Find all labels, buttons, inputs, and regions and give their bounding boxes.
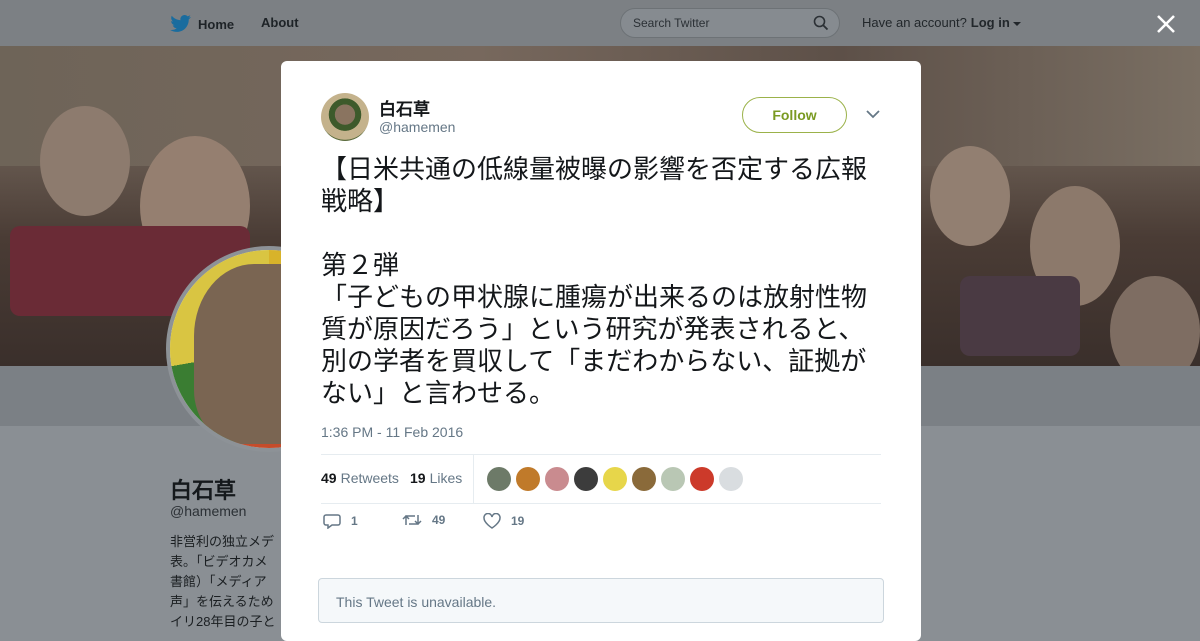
login-link[interactable]: Log in <box>971 15 1010 30</box>
like-button[interactable]: 19 <box>483 513 524 529</box>
top-navigation-bar: Home About Search Twitter Have an accoun… <box>0 0 1200 46</box>
liker-avatar[interactable] <box>545 467 569 491</box>
chevron-down-icon[interactable] <box>866 110 880 119</box>
retweet-count: 49 <box>432 513 446 527</box>
close-icon[interactable] <box>1152 10 1180 38</box>
tweet-author-avatar[interactable] <box>321 93 369 141</box>
account-area: Have an account? Log in <box>862 15 1022 30</box>
search-placeholder: Search Twitter <box>633 16 710 30</box>
tweet-author-handle[interactable]: @hamemen <box>379 119 455 135</box>
profile-bio: 非営利の独立メデ 表。「ビデオカメ 書館）「メディア 声」を伝えるため イリ28… <box>170 534 276 629</box>
tweet-modal: 白石草 @hamemen Follow 【日米共通の低線量被曝の影響を否定する広… <box>281 61 921 641</box>
retweet-button[interactable]: 49 <box>402 513 445 527</box>
tweet-text: 【日米共通の低線量被曝の影響を否定する広報戦略】 第２弾 「子どもの甲状腺に腫瘍… <box>321 154 868 408</box>
search-input[interactable]: Search Twitter <box>620 8 840 38</box>
liker-avatar[interactable] <box>487 467 511 491</box>
liker-avatar[interactable] <box>632 467 656 491</box>
reply-icon <box>323 514 341 529</box>
reply-button[interactable]: 1 <box>323 513 358 529</box>
liker-avatar[interactable] <box>603 467 627 491</box>
profile-handle: @hamemen <box>170 503 247 519</box>
likes-label: Likes <box>429 470 463 486</box>
quoted-tweet-message: This Tweet is unavailable. <box>336 594 497 610</box>
nav-home-label: Home <box>198 16 235 32</box>
profile-name: 白石草 <box>170 478 237 503</box>
liker-avatar[interactable] <box>690 467 714 491</box>
tweet-author-name[interactable]: 白石草 <box>379 95 430 120</box>
retweets-label: Retweets <box>340 470 399 486</box>
likes-count: 19 <box>410 470 426 486</box>
likes-stat[interactable]: 19 Likes <box>410 470 462 486</box>
tweet-stats: 49 Retweets 19 Likes <box>321 454 881 504</box>
chevron-down-icon[interactable] <box>1013 21 1022 27</box>
stats-divider <box>473 455 474 503</box>
tweet-timestamp[interactable]: 1:36 PM - 11 Feb 2016 <box>321 424 463 440</box>
liker-avatar[interactable] <box>574 467 598 491</box>
account-prompt: Have an account? <box>862 15 967 30</box>
retweets-stat[interactable]: 49 Retweets <box>321 470 399 486</box>
twitter-bird-icon <box>170 15 191 32</box>
liker-avatar[interactable] <box>516 467 540 491</box>
nav-home[interactable]: Home <box>170 15 234 33</box>
liker-avatar[interactable] <box>661 467 685 491</box>
follow-button[interactable]: Follow <box>742 97 847 133</box>
retweet-icon <box>402 514 422 526</box>
liker-avatar[interactable] <box>719 467 743 491</box>
quoted-tweet-unavailable: This Tweet is unavailable. <box>318 578 884 623</box>
reply-count: 1 <box>351 514 358 528</box>
nav-about-label: About <box>261 15 299 30</box>
search-icon[interactable] <box>813 15 829 31</box>
nav-about[interactable]: About <box>261 15 299 30</box>
like-count: 19 <box>511 514 525 528</box>
retweets-count: 49 <box>321 470 337 486</box>
like-icon <box>483 513 501 529</box>
